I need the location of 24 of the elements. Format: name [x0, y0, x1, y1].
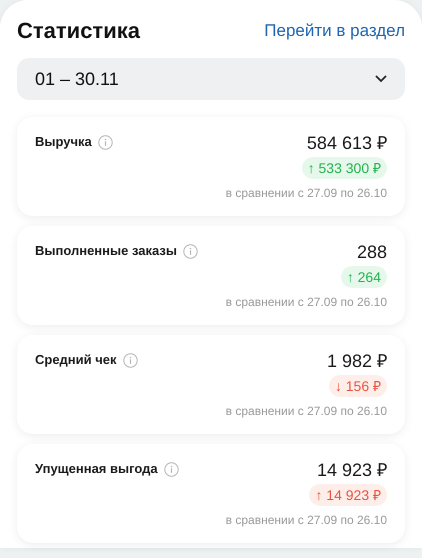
section-title: Статистика: [17, 17, 140, 45]
delta-badge: ↑ 533 300 ₽: [302, 157, 387, 179]
info-icon[interactable]: [122, 352, 138, 368]
info-icon[interactable]: [182, 244, 198, 258]
delta-badge: ↑ 264: [340, 266, 387, 288]
info-icon[interactable]: [164, 462, 179, 476]
go-to-section-link[interactable]: Перейти в раздел: [264, 18, 405, 44]
chevron-down-icon: [375, 75, 387, 83]
comparison-period: в сравнении с 27.09 по 26.10: [226, 512, 387, 529]
metric-label: Выполненные заказы: [35, 242, 177, 260]
metric-label: Выручка: [35, 133, 92, 152]
metric-value: 584 613 ₽: [306, 132, 387, 155]
metric-value: 14 923 ₽: [316, 459, 387, 482]
comparison-period: в сравнении с 27.09 по 26.10: [226, 403, 387, 420]
delta-badge: ↓ 156 ₽: [328, 375, 387, 397]
comparison-period: в сравнении с 27.09 по 26.10: [226, 294, 387, 311]
info-icon[interactable]: [98, 134, 113, 150]
comparison-period: в сравнении с 27.09 по 26.10: [226, 185, 387, 202]
period-dropdown[interactable]: 01 – 30.11: [17, 58, 405, 100]
metric-value: 288: [356, 241, 387, 264]
metric-label: Средний чек: [35, 351, 117, 370]
delta-badge: ↑ 14 923 ₽: [309, 484, 387, 506]
metric-label: Упущенная выгода: [35, 460, 158, 478]
metric-value: 1 982 ₽: [326, 350, 387, 373]
